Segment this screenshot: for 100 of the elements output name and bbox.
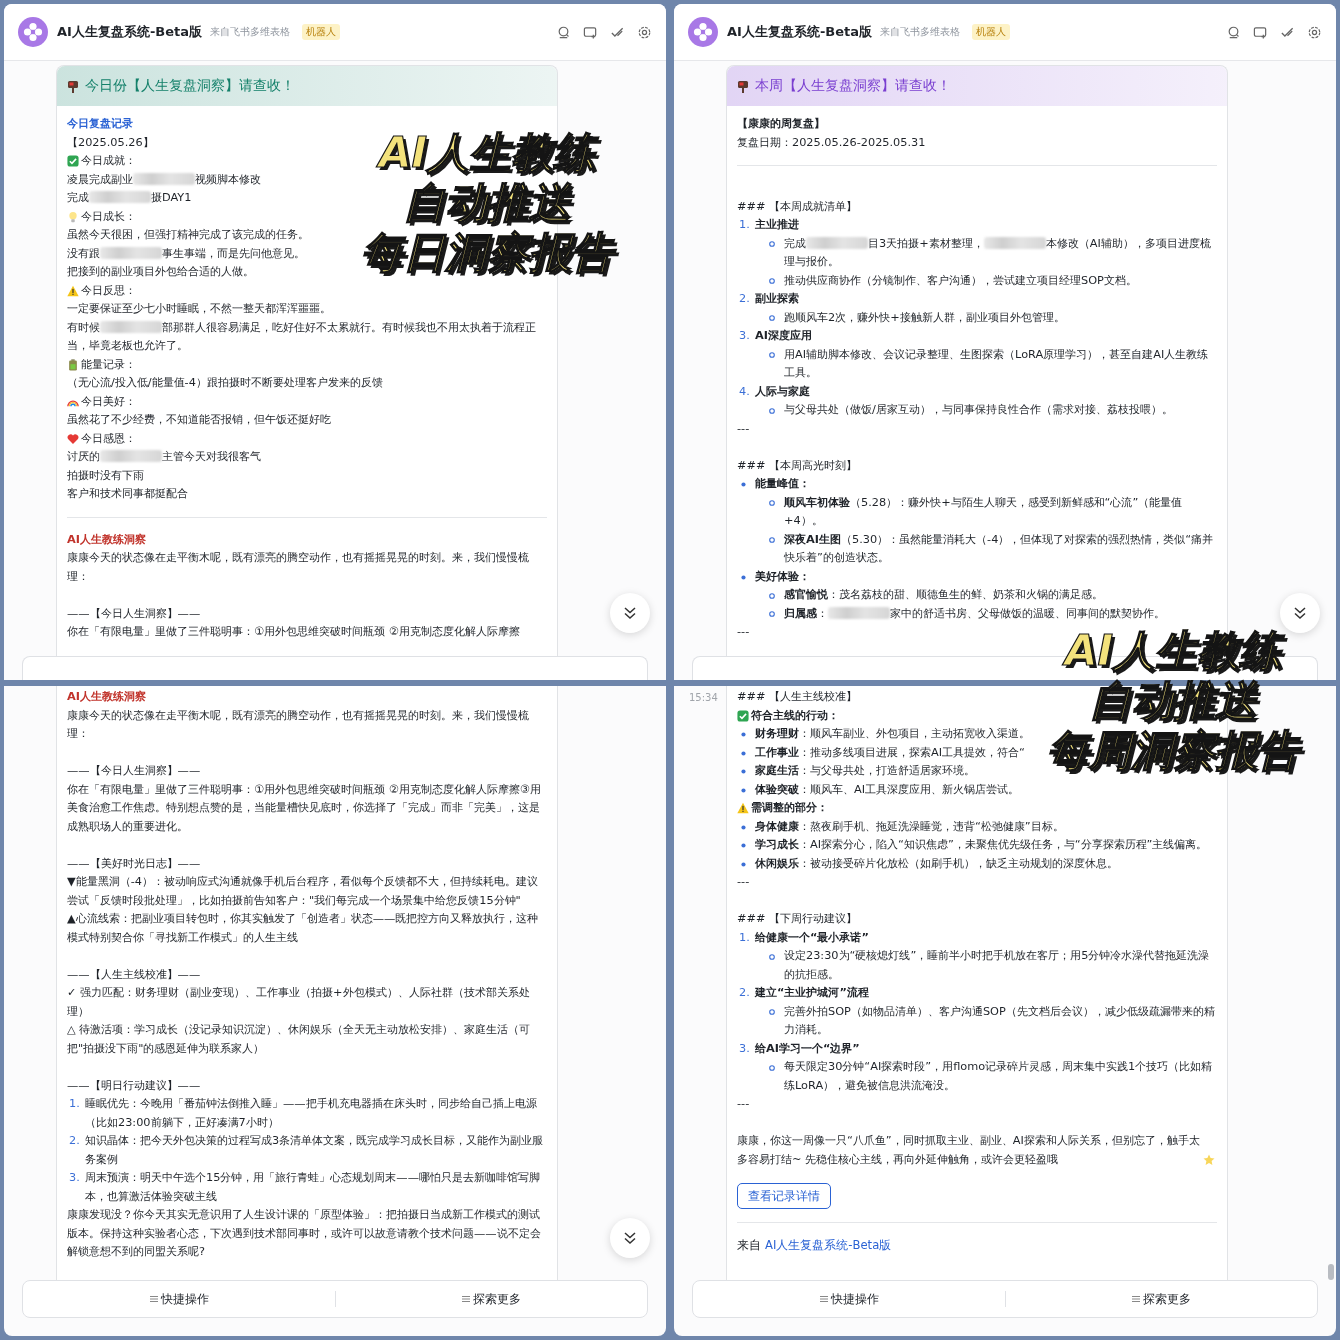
list-item-text: 给AI学习一个“边界” [755,1040,861,1057]
screen-plus-icon[interactable] [583,24,598,40]
message-text: ——【今日人生洞察】—— [67,605,202,622]
check-icon [737,709,749,722]
hollow-bullet-icon [769,953,775,960]
menu-button[interactable]: 探索更多 [1005,1281,1317,1317]
list-item-text: 学习成长：AI探索分心，陷入“知识焦虑”，未聚焦优先级任务，与“分享探索历程”主线偏离。 [755,837,1209,853]
list-item-text: 工作事业：推动多线项目进展，探索AI工具提效，符合“ [755,744,1026,761]
hollow-bullet-icon [769,407,775,414]
category-label: 今日美好： [81,393,136,410]
message-text: 你在「有限电量」里做了三件聪明事：①用外包思维突破时间瓶颈 ②用克制态度化解人际摩擦③用美食治愈工作焦虑。特别想点赞的是，当能量槽快见底时，你选择了「完成」而非「完美」，这是成熟职场人的重要进化。 [67,781,542,835]
message-text: 拍摄时没有下雨 [67,467,145,484]
list-item-text: 推动供应商协作（分镜制作、客户沟通），尝试建立项目经理SOP文档。 [784,272,1138,289]
search-icon[interactable] [1226,24,1241,40]
message-text: --- [737,1096,751,1112]
list-number: 2. [738,985,751,1001]
list-item-text: 完善外拍SOP（如物品清单）、客户沟通SOP（先文档后会议），减少低级疏漏带来的精力消耗。 [784,1003,1216,1038]
list-item-text: 美好体验： [755,568,811,585]
hollow-bullet-icon [769,1009,775,1015]
category-label: 符合主线的行动： [751,707,839,724]
mailbox-icon [67,79,79,93]
list-item-text: 人际与家庭 [755,383,811,400]
scroll-down-button[interactable] [610,593,650,633]
menu-button[interactable]: 快捷操作 [693,1281,1005,1317]
list-item-text: 每天限定30分钟“AI探索时段”，用flomo记录碎片灵感，周末集中实践1个技巧（比如精练LoRA），避免被信息洪流淹没。 [784,1059,1214,1094]
message-text: ### 【本周成就清单】 [737,198,858,215]
screen-plus-icon[interactable] [1253,24,1268,40]
overlay-caption: 自动推送 [403,178,571,228]
list-item-text: 身体健康：熬夜刷手机、拖延洗澡睡觉，违背“松弛健康”目标。 [755,818,1065,835]
settings-icon[interactable] [637,24,652,40]
message-text: 虽然今天很困，但强打精神完成了该完成的任务。 [67,227,310,243]
message-text: ### 【本周高光时刻】 [737,457,858,474]
menu-icon [1131,1294,1142,1304]
list-item-text: 跑顺风车2次，赚外快+接触新人群，副业项目外包管理。 [784,309,1066,326]
list-item-text: 能量峰值： [755,476,811,492]
scrollbar-thumb[interactable] [1328,1264,1334,1280]
bullet-icon [741,843,746,848]
message-text: 康康今天的状态像在走平衡木呢，既有漂亮的腾空动作，也有摇摇晃晃的时刻。来，我们慢慢梳理： [67,550,530,585]
message-text: 【2025.05.26】 [67,134,155,151]
battery-icon [67,358,79,371]
menu-icon [148,1294,159,1304]
list-number: 4. [738,383,751,400]
message-text: ——【今日人生洞察】—— [67,763,202,779]
hollow-bullet-icon [769,352,775,358]
message-text: 完成 摄DAY1 [67,190,193,206]
list-number: 2. [68,1133,81,1149]
message-text: --- [737,420,751,437]
warning-icon [737,802,749,815]
list-item-text: 归属感： 家中的舒适书房、父母做饭的温暖、同事间的默契协作。 [784,605,1166,622]
message-text: ✓ 强力匹配：财务理财（副业变现）、工作事业（拍摄+外包模式）、人际社群（技术部关系处理） [67,985,531,1020]
list-item-text: 主业推进 [755,217,800,233]
double-chevron-icon [622,1230,638,1246]
section-heading: AI人生教练洞察 [67,689,147,705]
chat-title: AI人生复盘系统-Beta版 [727,23,872,41]
hollow-bullet-icon [769,500,775,506]
message-text: 复盘日期：2025.05.26-2025.05.31 [737,134,927,151]
heart-icon [67,432,79,445]
bullet-icon [741,574,746,580]
overlay-caption: 自动推送 [1089,676,1257,726]
bot-badge: 机器人 [972,24,1010,40]
bullet-icon [741,787,746,793]
category-label: 需调整的部分： [751,800,828,816]
list-number: 1. [68,1096,81,1112]
section-heading: AI人生教练洞察 [67,531,147,548]
sparkle-icon [1203,1154,1215,1166]
card-title: 今日份【人生复盘洞察】请查收！ [85,77,295,95]
message-text: 凌晨完成副业 视频脚本修改 [67,171,262,188]
card-title: 本周【人生复盘洞察】请查收！ [755,77,951,95]
menu-button[interactable]: 探索更多 [335,1281,647,1317]
message-text: 虽然花了不少经费，不知道能否报销，但午饭还挺好吃 [67,412,332,428]
menu-button[interactable]: 快捷操作 [23,1281,335,1317]
source-link[interactable]: AI人生复盘系统-Beta版 [765,1238,892,1252]
hollow-bullet-icon [769,315,775,321]
hollow-bullet-icon [769,278,775,284]
bullet-icon [741,482,746,487]
message-text: ▲心流线索：把副业项目转包时，你其实触发了「创造者」状态——既把控方向又释放执行，这种模式特别契合你「寻找新工作模式」的人生主线 [67,911,540,946]
list-number: 3. [68,1170,81,1186]
view-details-button[interactable]: 查看记录详情 [737,1183,831,1209]
bullet-icon [741,750,746,756]
lightbulb-icon [67,210,79,223]
message-text: 讨厌的 主管今天对我很客气 [67,449,262,465]
hollow-bullet-icon [769,611,775,617]
list-item-text: 深夜AI生图（5.30）：虽然能量消耗大（-4），但体现了对探索的强烈热情，类似“痛并快乐着”的创造状态。 [784,531,1215,566]
scroll-down-button[interactable] [610,1218,650,1258]
message-text: 你在「有限电量」里做了三件聪明事：①用外包思维突破时间瓶颈 ②用克制态度化解人际摩擦 [67,624,521,640]
settings-icon[interactable] [1307,24,1322,40]
message-text: 没有跟 事生事端，而是先问他意见。 [67,245,306,262]
bot-badge: 机器人 [302,24,340,40]
list-item-text: 顺风车初体验（5.28）：赚外快+与陌生人聊天，感受到新鲜感和“心流”（能量值+4）。 [784,494,1184,529]
check-icon [67,155,79,168]
hollow-bullet-icon [769,1064,775,1071]
message-text: 一定要保证至少七小时睡眠，不然一整天都浑浑噩噩。 [67,301,332,317]
search-icon[interactable] [556,24,571,40]
list-item-text: 体验突破：顺风车、AI工具深度应用、新火锅店尝试。 [755,781,1021,798]
menu-icon [818,1294,829,1304]
message-text: 康康发现没？你今天其实无意识用了人生设计课的「原型体验」：把拍摄日当成新工作模式的测试版本。保持这种实验者心态，下次遇到技术部同事时，或许可以故意请教个技术问题——说不定会解锁意想不到的同盟关系呢? [67,1207,542,1260]
list-item-text: 用AI辅助脚本修改、会议记录整理、生图探索（LoRA原理学习），甚至自建AI人生教练工具。 [784,346,1210,381]
hollow-bullet-icon [769,537,775,543]
list-item-text: 财务理财：顺风车副业、外包项目，主动拓宽收入渠道。 [755,726,1031,742]
hollow-bullet-icon [769,241,775,247]
